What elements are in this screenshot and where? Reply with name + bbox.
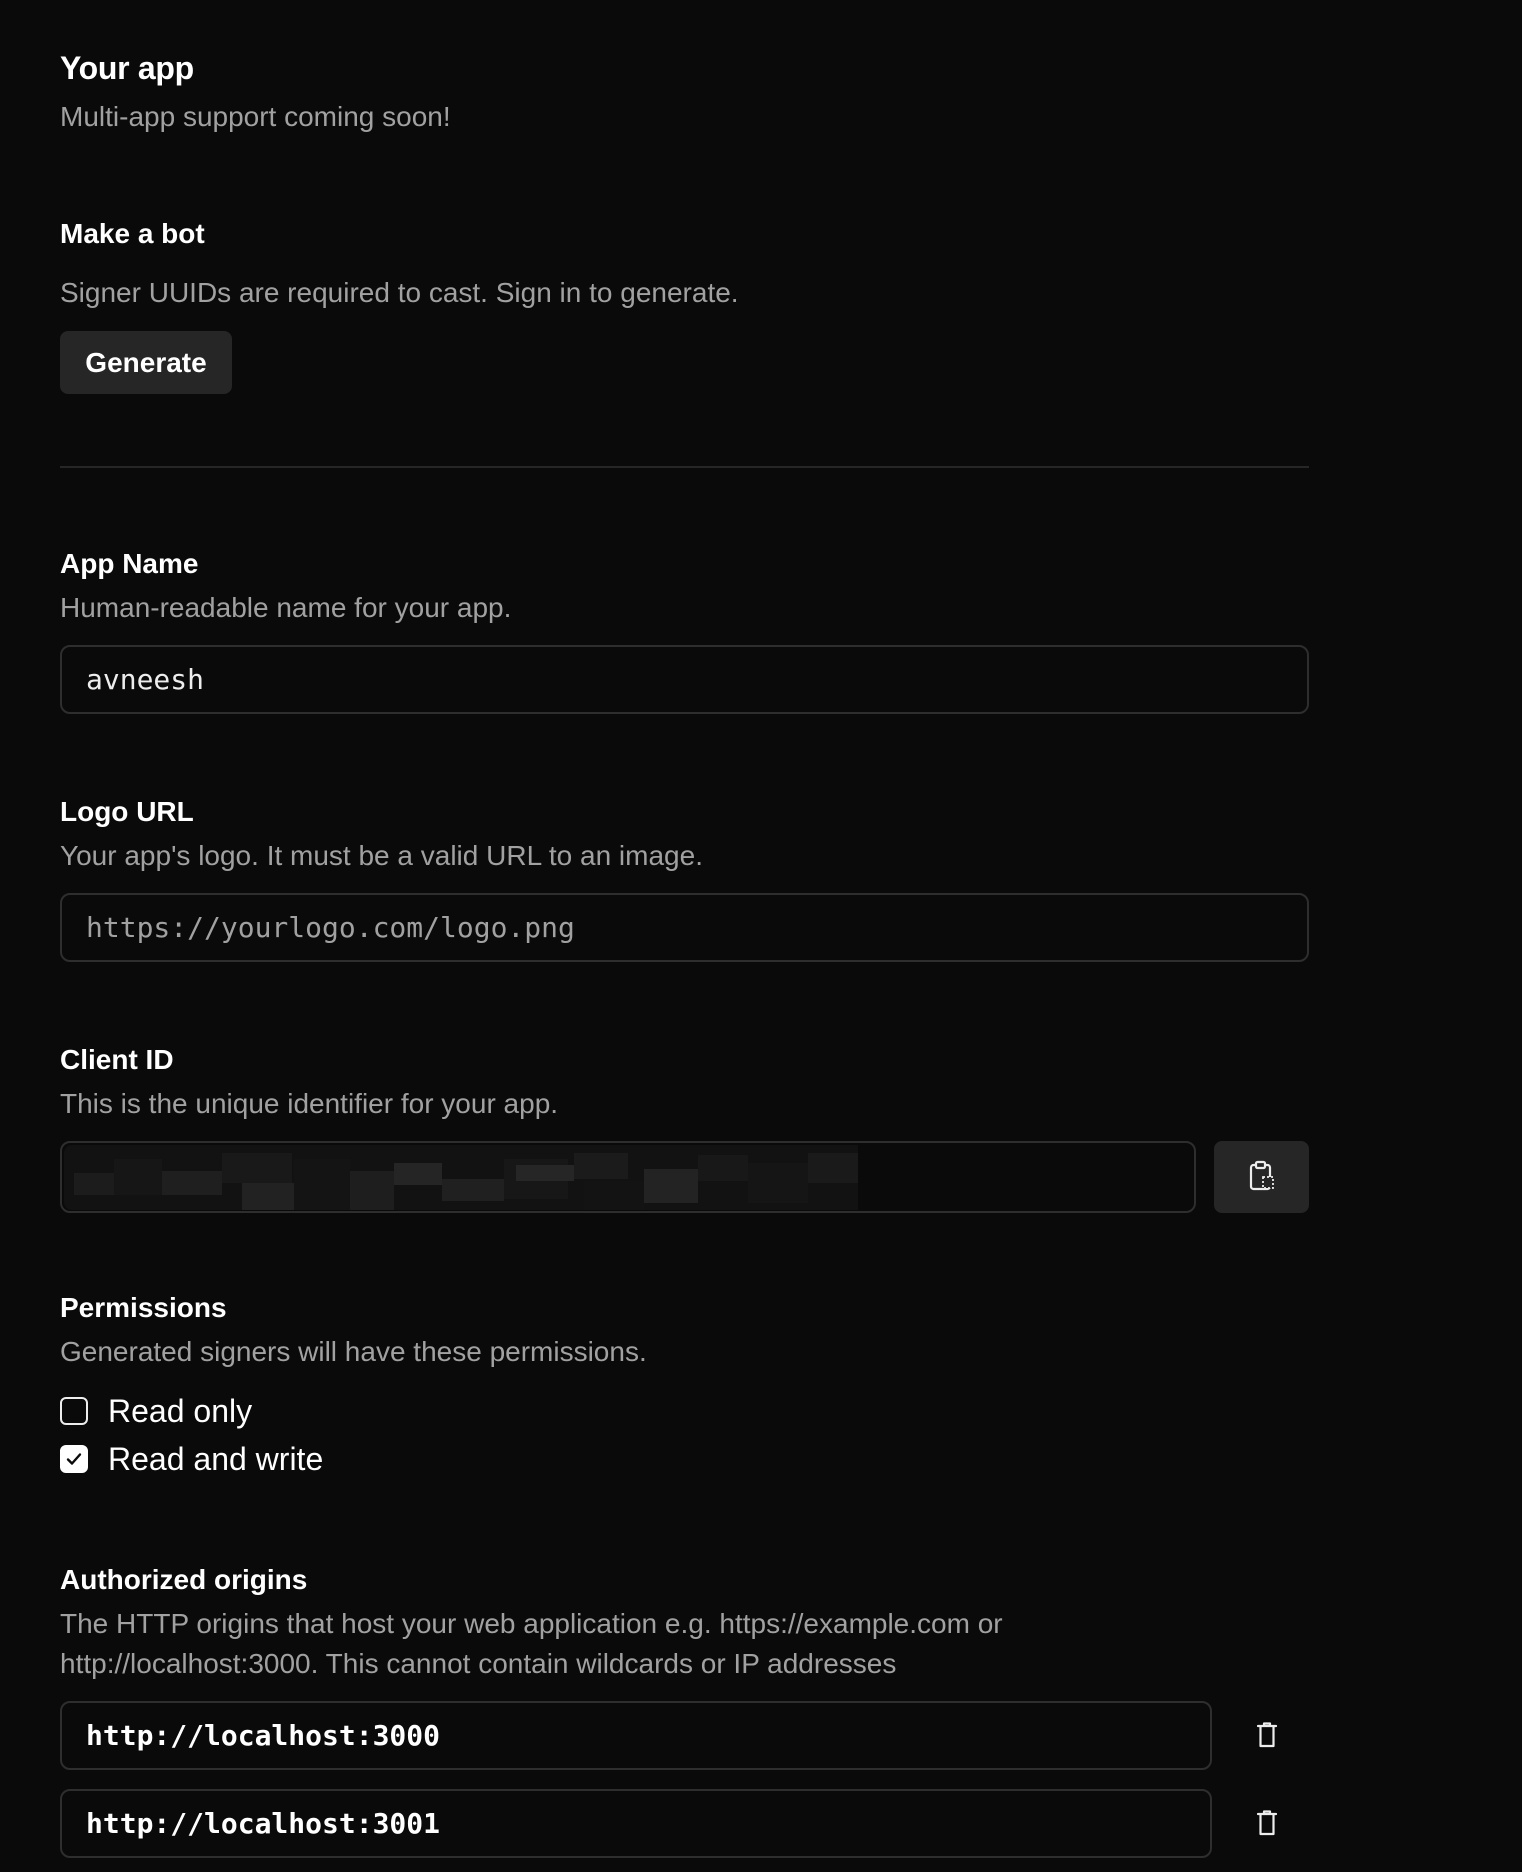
checkmark-icon [66, 1453, 82, 1465]
read-write-checkbox[interactable] [60, 1445, 88, 1473]
trash-icon [1256, 1722, 1278, 1748]
client-id-description: This is the unique identifier for your a… [60, 1088, 559, 1119]
copy-client-id-button[interactable] [1214, 1141, 1309, 1213]
app-name-input[interactable] [60, 645, 1309, 714]
delete-origin-1-button[interactable] [1250, 1718, 1284, 1752]
read-only-checkbox[interactable] [60, 1397, 88, 1425]
bot-section-description: Signer UUIDs are required to cast. Sign … [60, 277, 739, 308]
page-title: Your app [60, 50, 194, 86]
app-name-label: App Name [60, 548, 199, 579]
origin-input-2[interactable] [60, 1789, 1212, 1858]
trash-icon [1256, 1810, 1278, 1836]
bot-section-title: Make a bot [60, 218, 205, 249]
permissions-description: Generated signers will have these permis… [60, 1336, 647, 1367]
client-id-field[interactable] [60, 1141, 1196, 1213]
permission-read-write[interactable]: Read and write [60, 1440, 324, 1477]
origin-input-1[interactable] [60, 1701, 1212, 1770]
app-name-description: Human-readable name for your app. [60, 592, 512, 623]
logo-url-description: Your app's logo. It must be a valid URL … [60, 840, 703, 871]
logo-url-input[interactable] [60, 893, 1309, 962]
read-only-label: Read only [108, 1392, 253, 1429]
permissions-label: Permissions [60, 1292, 227, 1323]
read-write-label: Read and write [108, 1440, 324, 1477]
delete-origin-2-button[interactable] [1250, 1806, 1284, 1840]
logo-url-label: Logo URL [60, 796, 194, 827]
client-id-redacted-value [64, 1145, 858, 1210]
client-id-label: Client ID [60, 1044, 174, 1075]
origins-description-line1: The HTTP origins that host your web appl… [60, 1608, 1003, 1639]
permission-read-only[interactable]: Read only [60, 1392, 253, 1429]
section-divider [60, 466, 1309, 468]
page-subtitle: Multi-app support coming soon! [60, 101, 451, 132]
clipboard-copy-icon [1247, 1160, 1277, 1195]
origins-description-line2: http://localhost:3000. This cannot conta… [60, 1648, 897, 1679]
origins-label: Authorized origins [60, 1564, 308, 1595]
generate-button[interactable]: Generate [60, 331, 232, 394]
